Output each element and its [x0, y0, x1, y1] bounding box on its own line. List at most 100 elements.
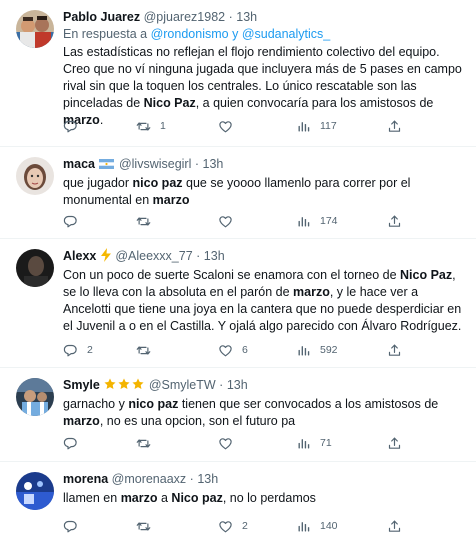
tweet[interactable]: Pablo Juarez @pjuarez1982 · 13h En respu…: [0, 0, 476, 147]
like-icon: [218, 519, 233, 534]
reply-button[interactable]: [63, 118, 87, 134]
share-button[interactable]: [387, 118, 402, 134]
reply-and: y: [232, 27, 239, 41]
views-button[interactable]: 592: [296, 342, 338, 358]
retweet-icon: [136, 519, 151, 534]
author-handle[interactable]: @pjuarez1982: [144, 10, 226, 24]
retweet-button[interactable]: [136, 518, 160, 534]
like-button[interactable]: [218, 213, 242, 229]
views-icon: [296, 519, 311, 534]
view-count: 174: [320, 215, 338, 227]
author-name[interactable]: Pablo Juarez: [63, 10, 140, 24]
retweet-button[interactable]: [136, 342, 160, 358]
views-button[interactable]: 174: [296, 213, 338, 229]
share-button[interactable]: [387, 518, 402, 534]
tweet[interactable]: Alexx @Aleexxx_77 · 13h Con un poco de s…: [0, 239, 476, 368]
reply-button[interactable]: [63, 518, 87, 534]
tweet-text: Las estadísticas no reflejan el flojo re…: [63, 45, 462, 127]
timestamp[interactable]: 13h: [197, 472, 218, 486]
star-icon: [131, 377, 145, 391]
avatar[interactable]: [16, 249, 54, 287]
reply-icon: [63, 214, 78, 229]
argentina-flag-icon: [99, 159, 115, 169]
retweet-button[interactable]: [136, 435, 160, 451]
action-bar: 71: [63, 435, 399, 451]
share-button[interactable]: [387, 342, 402, 358]
reply-icon: [63, 519, 78, 534]
view-count: 117: [320, 120, 337, 132]
mention-link[interactable]: @sudanalytics_: [242, 27, 330, 41]
retweet-button[interactable]: 1: [136, 118, 166, 134]
separator: ·: [194, 157, 200, 171]
tweet-text: Con un poco de suerte Scaloni se enamora…: [63, 268, 462, 333]
share-button[interactable]: [387, 213, 402, 229]
views-button[interactable]: 117: [296, 118, 337, 134]
reply-button[interactable]: 2: [63, 342, 93, 358]
tweet-text: llamen en marzo a Nico paz, no lo perdam…: [63, 491, 316, 505]
retweet-icon: [136, 214, 151, 229]
tweet-text: garnacho y nico paz tienen que ser convo…: [63, 397, 439, 428]
reply-icon: [63, 436, 78, 451]
reply-button[interactable]: [63, 435, 87, 451]
reply-prefix: En respuesta a: [63, 27, 148, 41]
timestamp[interactable]: 13h: [203, 157, 224, 171]
share-icon: [387, 343, 402, 358]
views-button[interactable]: 140: [296, 518, 338, 534]
avatar[interactable]: [16, 157, 54, 195]
retweet-icon: [136, 119, 151, 134]
tweet[interactable]: morena @morenaaxz · 13h llamen en marzo …: [0, 462, 476, 545]
share-icon: [387, 214, 402, 229]
author-handle[interactable]: @livswisegirl: [119, 157, 191, 171]
author-handle[interactable]: @SmyleTW: [149, 378, 216, 392]
share-button[interactable]: [387, 435, 402, 451]
avatar[interactable]: [16, 10, 54, 48]
reply-icon: [63, 119, 78, 134]
tweet[interactable]: Smyle @SmyleTW · 13h garnacho y nico paz…: [0, 368, 476, 462]
reply-count: 2: [87, 344, 93, 356]
tweet-text: que jugador nico paz que se yoooo llamen…: [63, 176, 411, 207]
author-name[interactable]: Alexx: [63, 249, 96, 263]
tweet[interactable]: maca @livswisegirl · 13h que jugador nic…: [0, 147, 476, 239]
author-handle[interactable]: @Aleexxx_77: [115, 249, 192, 263]
views-icon: [296, 436, 311, 451]
like-icon: [218, 214, 233, 229]
share-icon: [387, 519, 402, 534]
like-button[interactable]: 2: [218, 518, 248, 534]
author-handle[interactable]: @morenaaxz: [112, 472, 187, 486]
retweet-icon: [136, 436, 151, 451]
reply-icon: [63, 343, 78, 358]
author-name[interactable]: morena: [63, 472, 108, 486]
share-icon: [387, 436, 402, 451]
retweet-count: 1: [160, 120, 166, 132]
like-count: 2: [242, 520, 248, 532]
reply-context: En respuesta a @rondonismo y @sudanalyti…: [63, 26, 466, 43]
star-icon: [117, 377, 131, 391]
view-count: 71: [320, 437, 332, 449]
author-name[interactable]: Smyle: [63, 378, 100, 392]
view-count: 140: [320, 520, 338, 532]
star-icon: [103, 377, 117, 391]
action-bar: 174: [63, 213, 399, 229]
mention-link[interactable]: @rondonismo: [151, 27, 229, 41]
like-count: 6: [242, 344, 248, 356]
like-button[interactable]: 6: [218, 342, 248, 358]
timestamp[interactable]: 13h: [227, 378, 248, 392]
timestamp[interactable]: 13h: [236, 10, 257, 24]
avatar[interactable]: [16, 378, 54, 416]
author-name[interactable]: maca: [63, 157, 95, 171]
lightning-icon: [100, 248, 111, 262]
action-bar: 2 6 592: [63, 342, 399, 358]
action-bar: 2 140: [63, 518, 399, 534]
retweet-button[interactable]: [136, 213, 160, 229]
like-button[interactable]: [218, 435, 242, 451]
like-icon: [218, 119, 233, 134]
views-button[interactable]: 71: [296, 435, 332, 451]
reply-button[interactable]: [63, 213, 87, 229]
avatar[interactable]: [16, 472, 54, 510]
timestamp[interactable]: 13h: [204, 249, 225, 263]
like-button[interactable]: [218, 118, 242, 134]
share-icon: [387, 119, 402, 134]
separator: ·: [189, 472, 194, 486]
separator: ·: [196, 249, 201, 263]
separator: ·: [219, 378, 224, 392]
